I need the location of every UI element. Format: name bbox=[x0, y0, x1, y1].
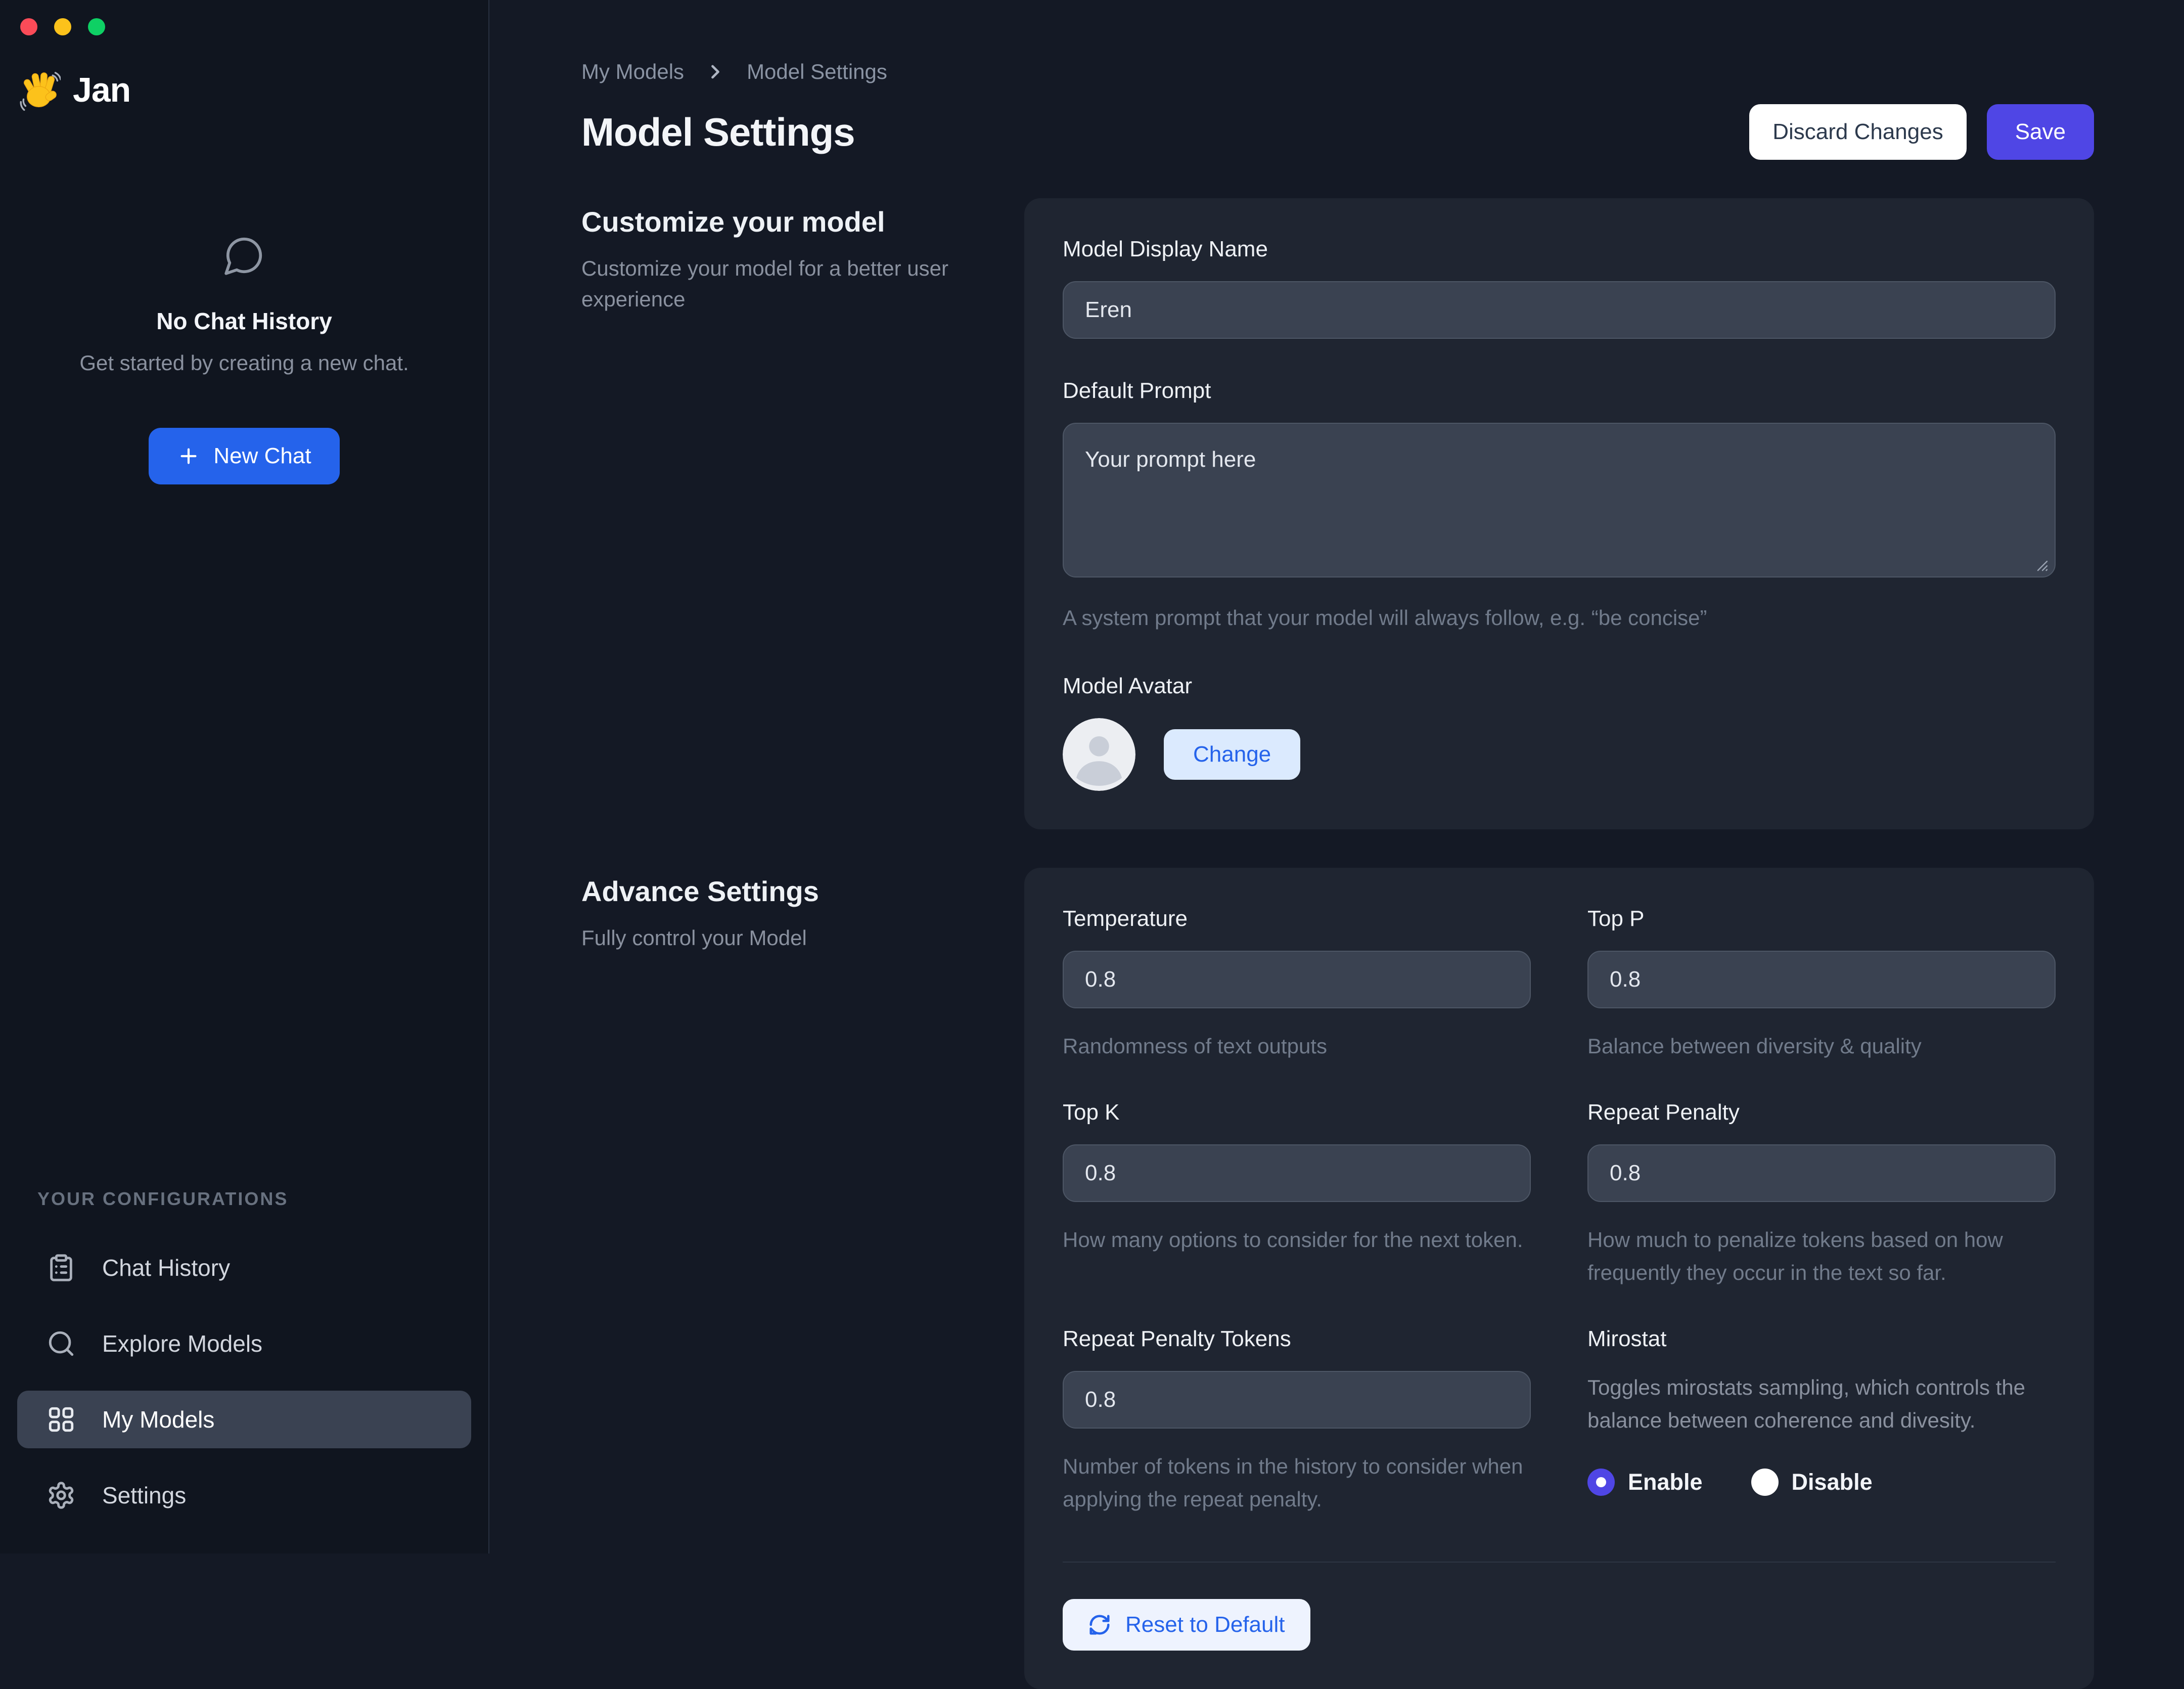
default-prompt-textarea[interactable]: Your prompt here bbox=[1063, 423, 2056, 577]
configurations-nav: YOUR CONFIGURATIONS Chat History Explore… bbox=[0, 1188, 488, 1553]
empty-state-subtitle: Get started by creating a new chat. bbox=[79, 351, 408, 375]
mirostat-help: Toggles mirostats sampling, which contro… bbox=[1587, 1371, 2056, 1437]
sidebar-item-settings[interactable]: Settings bbox=[17, 1466, 471, 1524]
default-prompt-help: A system prompt that your model will alw… bbox=[1063, 601, 2056, 634]
repeat-penalty-tokens-label: Repeat Penalty Tokens bbox=[1063, 1326, 1531, 1352]
resize-handle[interactable] bbox=[2033, 557, 2049, 572]
model-display-name-input[interactable] bbox=[1063, 281, 2056, 339]
page-title: Model Settings bbox=[581, 109, 855, 155]
sidebar-item-explore-models[interactable]: Explore Models bbox=[17, 1315, 471, 1372]
model-display-name-label: Model Display Name bbox=[1063, 237, 2056, 262]
radio-selected-icon[interactable] bbox=[1587, 1469, 1615, 1496]
sidebar-item-label: My Models bbox=[102, 1406, 214, 1433]
mirostat-label: Mirostat bbox=[1587, 1326, 2056, 1352]
repeat-penalty-tokens-input[interactable] bbox=[1063, 1371, 1531, 1429]
change-avatar-button[interactable]: Change bbox=[1164, 729, 1300, 780]
sidebar-item-my-models[interactable]: My Models bbox=[17, 1391, 471, 1448]
new-chat-button[interactable]: New Chat bbox=[149, 428, 339, 484]
top-k-input[interactable] bbox=[1063, 1144, 1531, 1202]
sidebar-item-chat-history[interactable]: Chat History bbox=[17, 1239, 471, 1297]
save-button[interactable]: Save bbox=[1987, 104, 2094, 160]
temperature-label: Temperature bbox=[1063, 906, 1531, 931]
configurations-heading: YOUR CONFIGURATIONS bbox=[37, 1188, 471, 1210]
card-divider bbox=[1063, 1562, 2056, 1563]
grid-icon bbox=[47, 1405, 76, 1434]
empty-state-title: No Chat History bbox=[156, 307, 332, 335]
top-p-input[interactable] bbox=[1587, 951, 2056, 1008]
mirostat-enable-label: Enable bbox=[1628, 1469, 1703, 1495]
breadcrumb-my-models[interactable]: My Models bbox=[581, 60, 684, 84]
search-icon bbox=[47, 1329, 76, 1358]
sidebar-item-label: Explore Models bbox=[102, 1330, 262, 1357]
radio-unselected-icon[interactable] bbox=[1751, 1469, 1779, 1496]
breadcrumb: My Models Model Settings bbox=[581, 60, 2094, 84]
temperature-input[interactable] bbox=[1063, 951, 1531, 1008]
advance-card: Temperature Randomness of text outputs T… bbox=[1024, 868, 2094, 1688]
repeat-penalty-tokens-help: Number of tokens in the history to consi… bbox=[1063, 1450, 1531, 1516]
top-k-help: How many options to consider for the nex… bbox=[1063, 1223, 1531, 1256]
advance-section: Advance Settings Fully control your Mode… bbox=[581, 868, 2094, 1688]
advance-section-description: Fully control your Model bbox=[581, 923, 981, 954]
plus-icon bbox=[177, 445, 200, 468]
mirostat-radio-group: Enable Disable bbox=[1587, 1469, 2056, 1496]
reset-to-default-button[interactable]: Reset to Default bbox=[1063, 1599, 1310, 1651]
advance-section-title: Advance Settings bbox=[581, 875, 1024, 908]
repeat-penalty-label: Repeat Penalty bbox=[1587, 1100, 2056, 1125]
sidebar-item-label: Chat History bbox=[102, 1254, 230, 1281]
reset-to-default-label: Reset to Default bbox=[1125, 1612, 1285, 1637]
avatar bbox=[1063, 718, 1135, 791]
mirostat-enable-option[interactable]: Enable bbox=[1587, 1469, 1703, 1496]
sidebar-item-label: Settings bbox=[102, 1482, 186, 1509]
customize-section: Customize your model Customize your mode… bbox=[581, 198, 2094, 829]
app-logo: Jan bbox=[18, 69, 488, 111]
sidebar: Jan No Chat History Get started by creat… bbox=[0, 0, 489, 1553]
top-p-help: Balance between diversity & quality bbox=[1587, 1030, 2056, 1062]
maximize-window-button[interactable] bbox=[88, 18, 105, 35]
temperature-help: Randomness of text outputs bbox=[1063, 1030, 1531, 1062]
window-controls bbox=[0, 0, 488, 35]
mirostat-disable-label: Disable bbox=[1792, 1469, 1873, 1495]
customize-card: Model Display Name Default Prompt Your p… bbox=[1024, 198, 2094, 829]
gear-icon bbox=[47, 1481, 76, 1510]
close-window-button[interactable] bbox=[20, 18, 37, 35]
model-avatar-label: Model Avatar bbox=[1063, 674, 2056, 699]
chat-bubble-icon bbox=[222, 234, 266, 277]
waving-hand-icon bbox=[18, 69, 61, 111]
discard-changes-button[interactable]: Discard Changes bbox=[1749, 104, 1967, 160]
default-prompt-label: Default Prompt bbox=[1063, 378, 2056, 404]
clipboard-icon bbox=[47, 1253, 76, 1282]
customize-section-title: Customize your model bbox=[581, 205, 1024, 238]
top-k-label: Top K bbox=[1063, 1100, 1531, 1125]
new-chat-label: New Chat bbox=[213, 443, 311, 469]
mirostat-disable-option[interactable]: Disable bbox=[1751, 1469, 1873, 1496]
chevron-right-icon bbox=[704, 61, 726, 83]
repeat-penalty-input[interactable] bbox=[1587, 1144, 2056, 1202]
repeat-penalty-help: How much to penalize tokens based on how… bbox=[1587, 1223, 2056, 1289]
minimize-window-button[interactable] bbox=[54, 18, 71, 35]
main-content: My Models Model Settings Model Settings … bbox=[489, 0, 2184, 1553]
chat-history-empty-state: No Chat History Get started by creating … bbox=[0, 234, 488, 484]
breadcrumb-model-settings: Model Settings bbox=[747, 60, 887, 84]
top-p-label: Top P bbox=[1587, 906, 2056, 931]
customize-section-description: Customize your model for a better user e… bbox=[581, 253, 981, 315]
app-title: Jan bbox=[73, 70, 130, 110]
refresh-icon bbox=[1088, 1613, 1111, 1636]
